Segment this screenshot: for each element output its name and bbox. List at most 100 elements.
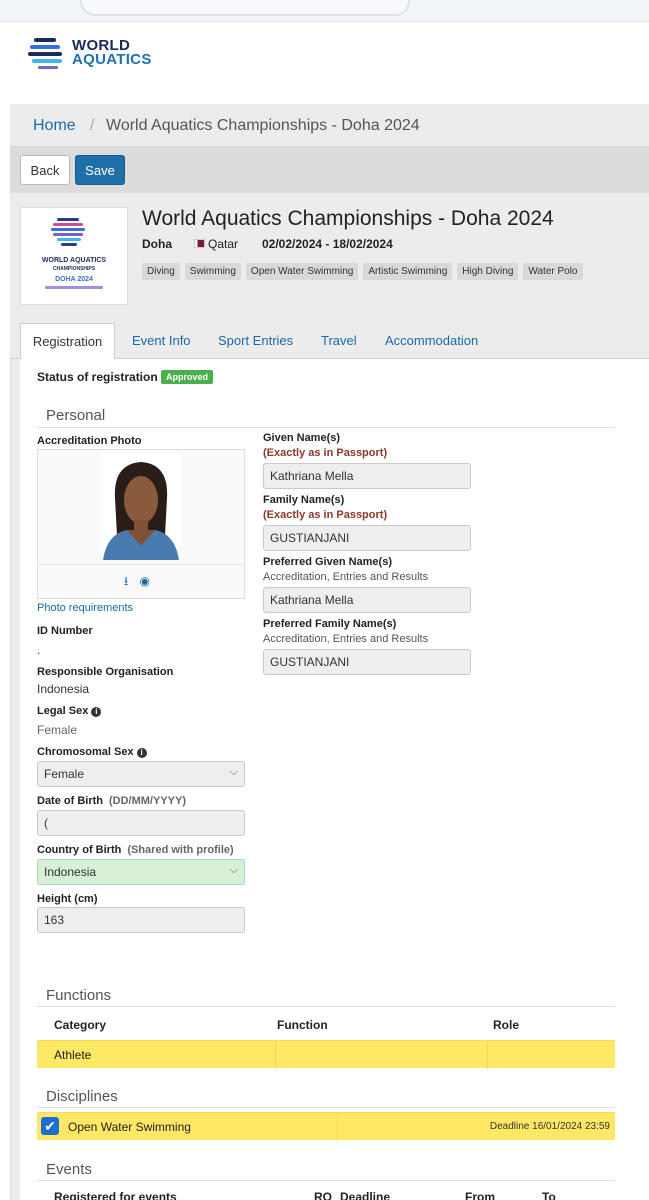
info-icon[interactable]: i <box>136 748 147 758</box>
tab-sport-entries[interactable]: Sport Entries <box>218 333 293 348</box>
section-divider <box>37 427 615 428</box>
back-button[interactable]: Back <box>20 155 70 185</box>
tag-diving: Diving <box>142 263 180 280</box>
discipline-deadline: Deadline 16/01/2024 23:59 <box>489 1121 610 1132</box>
section-divider <box>37 1180 615 1181</box>
world-aquatics-logo[interactable]: WORLD AQUATICS <box>28 36 152 70</box>
event-logo: WORLD AQUATICS CHAMPIONSHIPS DOHA 2024 <box>20 207 128 305</box>
preferred-family-name-field[interactable]: GUSTIANJANI <box>263 649 471 675</box>
tag-artistic-swimming: Artistic Swimming <box>363 263 453 280</box>
table-row[interactable]: ✔ Open Water Swimming Deadline 16/01/202… <box>37 1112 615 1141</box>
breadcrumb: Home / World Aquatics Championships - Do… <box>10 104 649 147</box>
section-disciplines-title: Disciplines <box>46 1088 118 1105</box>
event-dates: 02/02/2024 - 18/02/2024 <box>262 237 393 251</box>
photo-panel: ⭳ ◉ <box>37 449 245 599</box>
event-logo-line3: DOHA 2024 <box>55 276 93 283</box>
legal-sex-value: Female <box>37 723 78 737</box>
event-logo-arabic-text <box>45 286 103 289</box>
section-functions-title: Functions <box>46 987 112 1004</box>
tag-swimming: Swimming <box>184 263 241 280</box>
breadcrumb-home-link[interactable]: Home <box>33 117 76 135</box>
date-of-birth-label: Date of Birth (DD/MM/YYYY) <box>37 795 186 807</box>
action-toolbar: Back Save <box>10 147 649 193</box>
given-name-note: (Exactly as in Passport) <box>263 447 388 459</box>
function-category-cell: Athlete <box>54 1048 92 1062</box>
country-of-birth-select[interactable]: Indonesia ⌵ <box>37 859 245 885</box>
column-header-role: Role <box>493 1018 520 1032</box>
event-title: World Aquatics Championships - Doha 2024 <box>142 207 554 230</box>
column-separator <box>487 1041 488 1069</box>
tab-travel[interactable]: Travel <box>321 333 357 348</box>
date-of-birth-field[interactable]: ( <box>37 810 245 836</box>
section-divider <box>37 1107 615 1108</box>
chromosomal-sex-select[interactable]: Female ⌵ <box>37 761 245 787</box>
id-number-label: ID Number <box>37 625 93 637</box>
tag-water-polo: Water Polo <box>523 263 583 280</box>
qatar-flag-icon <box>194 239 205 248</box>
family-name-field[interactable]: GUSTIANJANI <box>263 525 471 551</box>
chevron-down-icon: ⌵ <box>229 864 238 876</box>
save-button[interactable]: Save <box>75 155 125 185</box>
accreditation-photo <box>101 454 181 560</box>
legal-sex-label: Legal Sex i <box>37 705 102 717</box>
chromosomal-sex-value: Female <box>44 767 85 781</box>
browser-url-bar[interactable] <box>80 0 410 16</box>
tab-event-info[interactable]: Event Info <box>132 333 191 348</box>
tag-open-water-swimming: Open Water Swimming <box>245 263 359 280</box>
column-header-function: Function <box>277 1018 328 1032</box>
preferred-given-name-field[interactable]: Kathriana Mella <box>263 587 471 613</box>
given-name-field[interactable]: Kathriana Mella <box>263 463 471 489</box>
event-logo-line2: CHAMPIONSHIPS <box>53 266 96 272</box>
registration-content: Status of registration Approved Personal… <box>20 359 649 1200</box>
column-separator <box>337 1113 338 1141</box>
responsible-organisation-label: Responsible Organisation <box>37 666 174 678</box>
discipline-checkbox[interactable]: ✔ <box>41 1117 59 1135</box>
tab-registration[interactable]: Registration <box>20 323 115 360</box>
country-of-birth-label: Country of Birth (Shared with profile) <box>37 844 234 856</box>
registration-status-label: Status of registration <box>37 370 158 384</box>
column-header-to: To <box>542 1190 556 1200</box>
logo-text-aquatics: AQUATICS <box>72 51 152 68</box>
event-country: Qatar <box>208 237 239 251</box>
section-divider <box>37 1006 615 1007</box>
discipline-tags: Diving Swimming Open Water Swimming Arti… <box>142 263 588 280</box>
browser-top-bar <box>0 0 649 22</box>
discipline-name-cell: Open Water Swimming <box>68 1120 191 1134</box>
info-icon[interactable]: i <box>91 707 102 717</box>
status-badge: Approved <box>161 370 214 384</box>
table-row[interactable]: Athlete <box>37 1040 615 1069</box>
tab-bar: Registration Event Info Sport Entries Tr… <box>10 323 649 360</box>
preferred-family-name-label: Preferred Family Name(s) <box>263 618 397 630</box>
tag-high-diving: High Diving <box>457 263 519 280</box>
column-header-deadline: Deadline <box>340 1190 391 1200</box>
height-label: Height (cm) <box>37 893 98 905</box>
accreditation-photo-label: Accreditation Photo <box>37 435 142 447</box>
given-name-label: Given Name(s) <box>263 432 341 444</box>
chromosomal-sex-label: Chromosomal Sex i <box>37 746 147 758</box>
country-of-birth-value: Indonesia <box>44 865 97 879</box>
download-icon[interactable]: ⭳ <box>124 574 128 588</box>
preferred-family-name-note: Accreditation, Entries and Results <box>263 633 429 645</box>
photo-requirements-link[interactable]: Photo requirements <box>37 602 133 614</box>
event-city: Doha <box>142 237 172 251</box>
photo-actions: ⭳ ◉ <box>124 572 158 593</box>
height-field[interactable]: 163 <box>37 907 245 933</box>
world-aquatics-logo-icon <box>28 38 62 69</box>
event-header: WORLD AQUATICS CHAMPIONSHIPS DOHA 2024 W… <box>10 193 649 323</box>
section-personal-title: Personal <box>46 407 106 424</box>
id-number-value: . <box>37 643 41 657</box>
photo-divider <box>38 564 244 565</box>
breadcrumb-separator: / <box>90 117 95 134</box>
column-separator <box>275 1041 276 1069</box>
chevron-down-icon: ⌵ <box>229 766 238 778</box>
preferred-given-name-note: Accreditation, Entries and Results <box>263 571 429 583</box>
responsible-organisation-value: Indonesia <box>37 682 90 696</box>
family-name-note: (Exactly as in Passport) <box>263 509 388 521</box>
breadcrumb-current: World Aquatics Championships - Doha 2024 <box>106 117 420 134</box>
column-header-category: Category <box>54 1018 107 1032</box>
preferred-given-name-label: Preferred Given Name(s) <box>263 556 392 568</box>
view-eye-icon[interactable]: ◉ <box>140 574 150 588</box>
column-header-ro: RO <box>314 1190 332 1200</box>
column-header-from: From <box>465 1190 495 1200</box>
tab-accommodation[interactable]: Accommodation <box>385 333 478 348</box>
